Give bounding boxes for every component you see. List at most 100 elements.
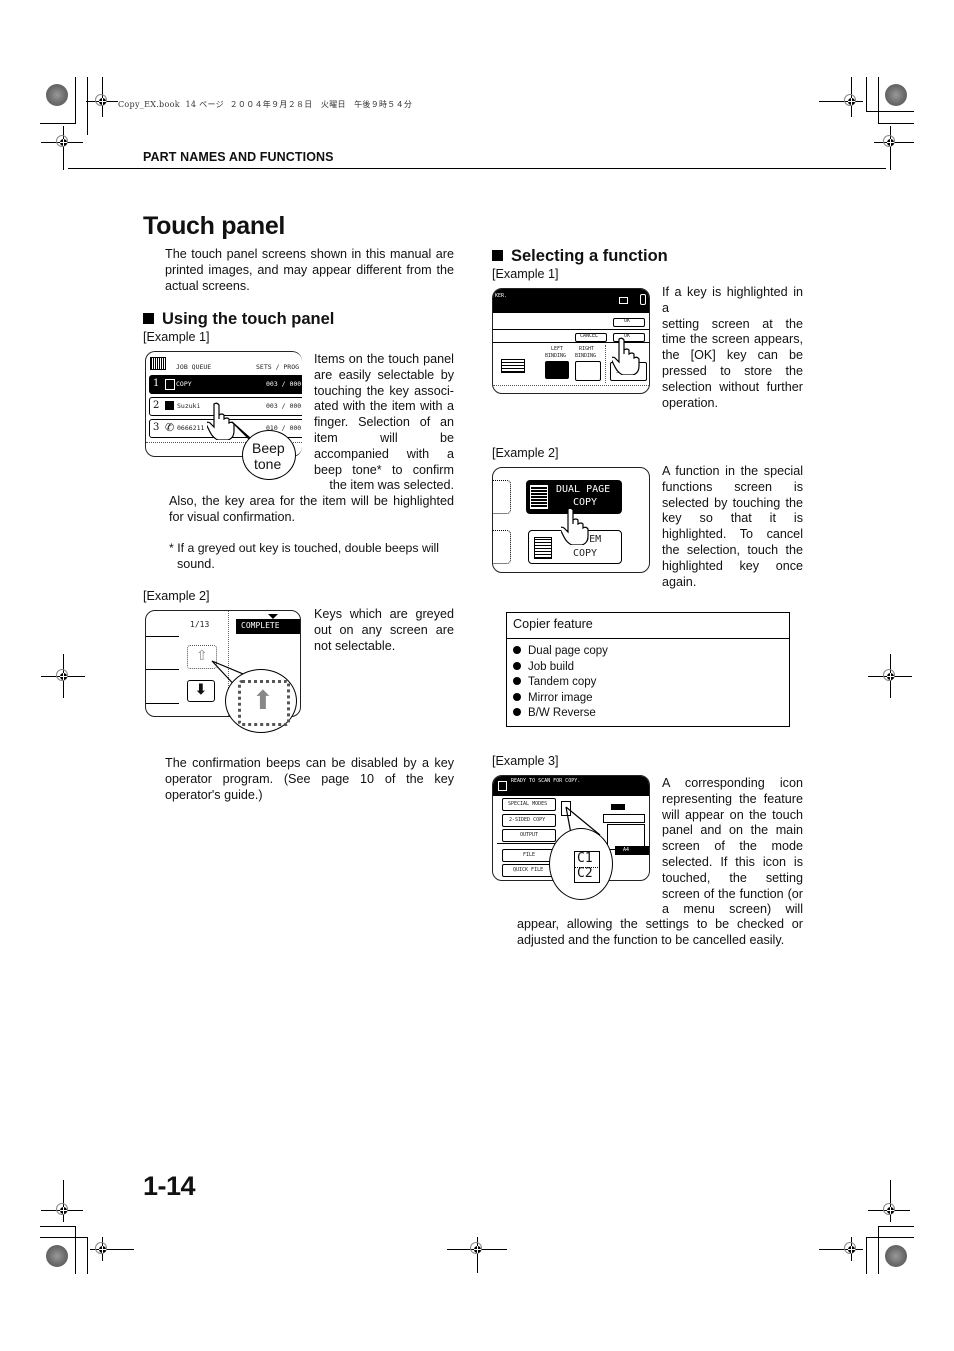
text-line: out on any screen are xyxy=(314,622,454,637)
right-example3-description: A corresponding icon representing the fe… xyxy=(662,776,803,918)
quick-file-button[interactable]: QUICK FILE xyxy=(502,864,556,877)
example-label: [Example 2] xyxy=(492,446,559,460)
right-example1-description: If a key is highlighted in a setting scr… xyxy=(662,285,803,411)
text-line: touching the key associ- xyxy=(314,383,454,398)
example-label: [Example 1] xyxy=(492,267,559,281)
special-modes-button[interactable]: SPECIAL MODES xyxy=(502,798,556,811)
job-status-icon xyxy=(619,297,628,304)
example1-description-continued: Also, the key area for the item will be … xyxy=(169,494,454,526)
copy-mode-icon xyxy=(498,781,507,791)
feature-item: Dual page copy xyxy=(513,644,783,660)
footnote: * If a greyed out key is touched, double… xyxy=(169,541,454,573)
callout-text: tone xyxy=(254,456,282,472)
text-line: selection without further xyxy=(662,379,803,394)
button-label: SPECIAL MODES xyxy=(508,801,548,807)
toner-icon xyxy=(640,294,646,305)
text-line: The confirmation beeps can be disabled b… xyxy=(165,756,454,770)
complete-button-label: COMPLETE xyxy=(241,621,280,630)
button-label: OUTPUT xyxy=(520,832,539,838)
text-line: again. xyxy=(662,574,697,589)
button-label: FILE xyxy=(523,852,536,858)
output-button[interactable]: OUTPUT xyxy=(502,829,556,842)
dual-page-copy-icon xyxy=(530,485,548,509)
using-touch-panel-heading: Using the touch panel xyxy=(143,310,334,329)
page-title: Touch panel xyxy=(143,212,286,240)
text-line: Keys which are greyed xyxy=(314,607,454,621)
complete-button[interactable]: COMPLETE xyxy=(236,619,300,634)
down-triangle-icon xyxy=(268,614,278,619)
cancel-button[interactable]: CANCEL xyxy=(575,333,607,342)
text-line: are easily selectable by xyxy=(314,367,454,382)
text-line: pressed to store the xyxy=(662,363,803,378)
bullet-icon xyxy=(513,661,521,670)
file-button[interactable]: FILE xyxy=(502,849,556,862)
text-line: * If a greyed out key is touched, double… xyxy=(169,541,440,555)
text-line: screen of the function (or xyxy=(662,886,803,901)
text-line: highlighted key once xyxy=(662,558,803,573)
ok-label: OK xyxy=(624,318,631,324)
text-line: A corresponding icon xyxy=(662,776,803,790)
right-example2-description: A function in the special functions scre… xyxy=(662,464,803,590)
text-line: operation. xyxy=(662,395,719,410)
job-row-value: 003 / 000 xyxy=(266,402,302,410)
registration-disc-icon xyxy=(46,1245,68,1267)
registration-disc-icon xyxy=(885,84,907,106)
job-row-name: 0666211 xyxy=(177,424,205,432)
text-line: operator's guide.) xyxy=(165,787,263,802)
section-header: PART NAMES AND FUNCTIONS xyxy=(143,150,334,164)
feature-box-title: Copier feature xyxy=(507,613,789,639)
feature-item: B/W Reverse xyxy=(513,706,783,722)
job-queue-icon xyxy=(150,357,166,370)
page-indicator: 1/13 xyxy=(190,620,210,629)
right-binding-label: RIGHT xyxy=(579,346,595,352)
example2-description: Keys which are greyed out on any screen … xyxy=(314,607,454,654)
ok-top-button[interactable]: OK xyxy=(613,318,645,327)
text-line: adjusted and the function to be cancelle… xyxy=(517,932,785,947)
text-line: will appear on the touch xyxy=(662,807,803,822)
status-message: READY TO SCAN FOR COPY. xyxy=(511,778,581,784)
printer-icon xyxy=(165,401,174,410)
text-line: not selectable. xyxy=(314,638,396,653)
closing-note: The confirmation beeps can be disabled b… xyxy=(165,756,454,803)
left-binding-label: BINDING xyxy=(545,353,567,359)
job-row-1[interactable]: 1 COPY 003 / 000 xyxy=(149,375,302,394)
icon-label-bottom: C2 xyxy=(577,866,593,881)
feature-item: Job build xyxy=(513,660,783,676)
book-icon xyxy=(501,359,525,373)
right-example3-description-continued: appear, allowing the settings to be chec… xyxy=(517,917,803,949)
paper-size: A4 xyxy=(623,847,630,853)
feature-list: Dual page copy Job build Tandem copy Mir… xyxy=(507,639,789,727)
feature-item: Mirror image xyxy=(513,691,783,707)
text-line: highlighted. To cancel xyxy=(662,527,803,542)
square-bullet-icon xyxy=(492,250,503,261)
text-line: the item was selected. xyxy=(329,478,454,493)
pointing-hand-icon xyxy=(561,507,589,545)
left-binding-button[interactable] xyxy=(545,361,569,379)
left-binding-label: LEFT xyxy=(551,346,564,352)
text-line: selected by touching the xyxy=(662,495,803,510)
text-line: Also, the key area for the item will be … xyxy=(169,494,454,508)
scroll-up-button-greyed-zoomed: ⬆ xyxy=(238,680,290,726)
copier-feature-box: Copier feature Dual page copy Job build … xyxy=(506,612,790,727)
feature-item: Tandem copy xyxy=(513,675,783,691)
square-bullet-icon xyxy=(143,313,154,324)
text-line: touched, the setting xyxy=(662,870,803,885)
text-line: Items on the touch panel xyxy=(314,352,454,366)
job-row-name: COPY xyxy=(176,380,192,388)
key-label: DUAL PAGE xyxy=(556,484,611,495)
example1-description: Items on the touch panel are easily sele… xyxy=(314,352,454,494)
job-row-number: 3 xyxy=(153,422,160,433)
example-label: [Example 3] xyxy=(492,754,559,768)
right-binding-button[interactable] xyxy=(575,361,601,381)
text-line: representing the feature xyxy=(662,791,803,806)
text-line: A function in the special xyxy=(662,464,803,478)
bullet-icon xyxy=(513,646,521,654)
job-row-value: 003 / 000 xyxy=(266,380,302,388)
two-sided-copy-button[interactable]: 2-SIDED COPY xyxy=(502,814,556,827)
text-line: screen of the mode xyxy=(662,839,803,854)
job-row-number: 2 xyxy=(153,400,160,411)
job-queue-header: JOB QUEUE xyxy=(176,363,212,371)
text-line: sound. xyxy=(177,556,215,571)
text-line: appear, allowing the settings to be chec… xyxy=(517,917,803,931)
registration-disc-icon xyxy=(885,1245,907,1267)
